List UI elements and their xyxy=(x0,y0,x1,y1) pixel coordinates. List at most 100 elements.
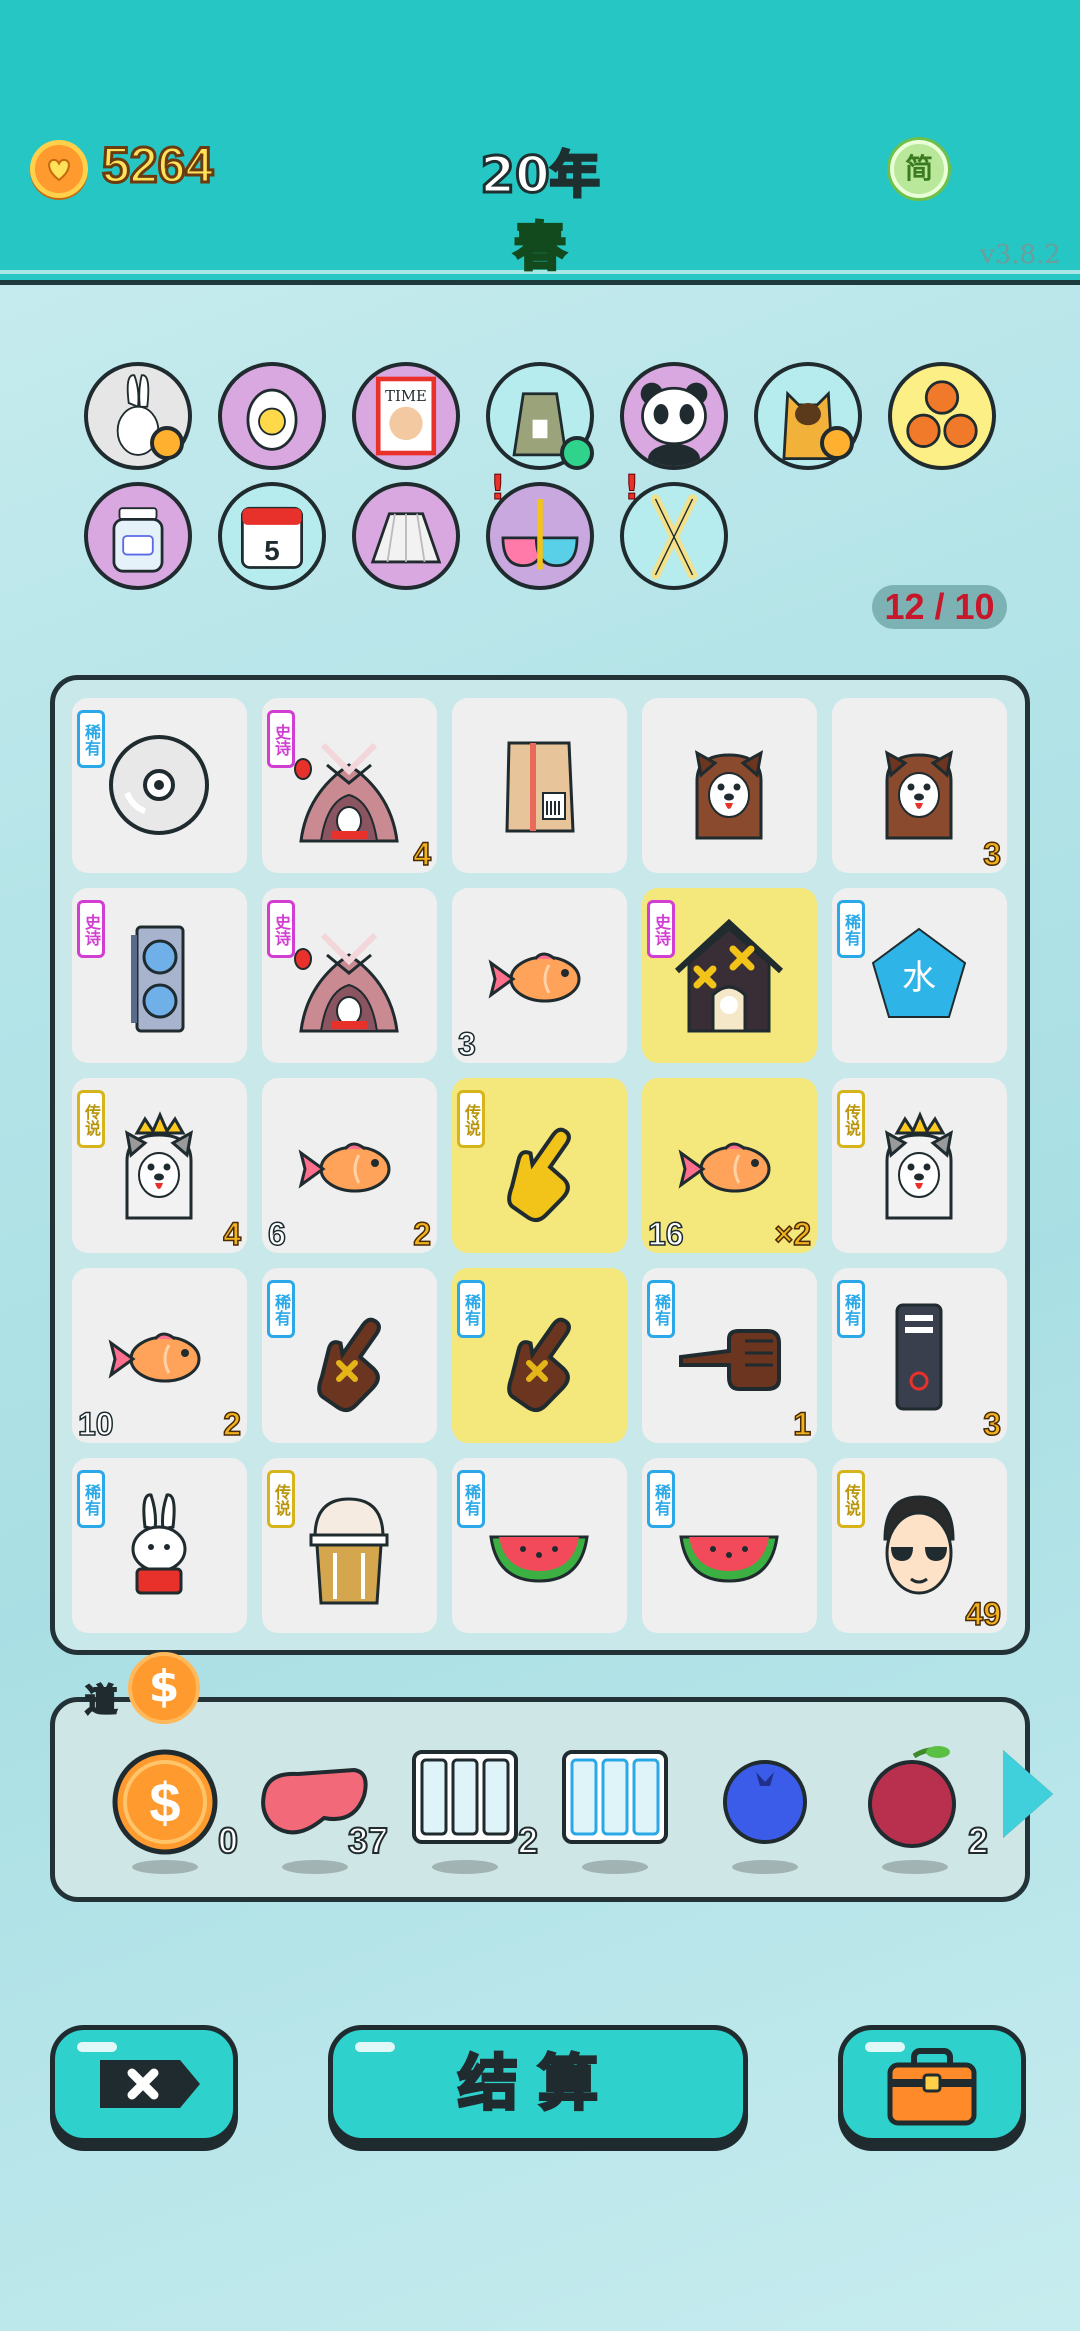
rarity-tag: 史诗 xyxy=(267,900,295,958)
settle-label: 结算 xyxy=(457,2048,618,2121)
coin-item[interactable]: $0 xyxy=(100,1742,239,1874)
board-cell[interactable]: 史诗 xyxy=(72,888,247,1063)
rarity-tag: 稀有 xyxy=(647,1280,675,1338)
watermelon-icon xyxy=(679,1535,779,1583)
lychee-item[interactable]: 2 xyxy=(850,1742,989,1874)
board-cell[interactable] xyxy=(452,698,627,873)
calendar-relic[interactable]: 5 xyxy=(218,482,326,590)
basketballs-icon xyxy=(906,380,978,448)
rare-slots-item[interactable] xyxy=(550,1742,680,1874)
goldfish-icon xyxy=(488,952,581,1003)
panda-icon xyxy=(640,382,708,466)
item-shadow xyxy=(432,1860,498,1874)
brown-pointer-icon xyxy=(507,1317,571,1412)
item-shadow xyxy=(882,1860,948,1874)
board-cell[interactable]: 水稀有 xyxy=(832,888,1007,1063)
board-cell[interactable]: 稀有 xyxy=(72,698,247,873)
brown-pointer-icon xyxy=(317,1317,381,1412)
tray-next-arrow-icon[interactable] xyxy=(1003,1750,1053,1838)
board-cell[interactable]: 稀有 xyxy=(642,1458,817,1633)
alert-icon: ! xyxy=(624,468,641,509)
graphics-card-icon xyxy=(131,925,185,1033)
liver-item[interactable]: 37 xyxy=(250,1742,389,1874)
version-label: v3.8.2 xyxy=(980,240,1061,270)
cell-value-right: 4 xyxy=(412,835,431,873)
svg-text:5: 5 xyxy=(264,535,279,566)
watermelon-icon xyxy=(489,1535,589,1583)
board-cell[interactable]: 传说 49 xyxy=(832,1458,1007,1633)
item-count: 2 xyxy=(967,1819,989,1862)
rarity-tag: 稀有 xyxy=(837,900,865,958)
board-cell[interactable]: 稀有 1 xyxy=(642,1268,817,1443)
cd-disc-icon xyxy=(109,735,209,835)
board-cell[interactable]: 10 2 xyxy=(72,1268,247,1443)
cell-value-right: 3 xyxy=(982,1405,1001,1443)
water-gem-icon: 水 xyxy=(871,927,967,1018)
board-cell[interactable]: 3 xyxy=(452,888,627,1063)
coin-icon: $ xyxy=(112,1749,218,1855)
cell-value-right: 2 xyxy=(222,1405,241,1443)
jar-icon xyxy=(112,507,164,573)
board-cell[interactable]: 史诗 xyxy=(262,888,437,1063)
board-cell[interactable]: 稀有 xyxy=(452,1268,627,1443)
rare-slots-icon xyxy=(562,1750,668,1844)
tray-label: 道 xyxy=(84,1680,118,1720)
blueberry-icon xyxy=(723,1760,807,1844)
board-cell[interactable]: 传说 xyxy=(452,1078,627,1253)
rabbit-tent-icon xyxy=(294,742,399,843)
rarity-tag: 传说 xyxy=(267,1470,295,1528)
board-cell[interactable]: 传说 4 xyxy=(72,1078,247,1253)
cancel-button[interactable] xyxy=(50,2025,238,2143)
board-cell[interactable]: 62 xyxy=(262,1078,437,1253)
board-cell[interactable]: 史诗 xyxy=(642,888,817,1063)
blueberry-item[interactable] xyxy=(700,1742,830,1874)
skirt-icon xyxy=(370,512,442,564)
basketballs-relic[interactable] xyxy=(888,362,996,470)
board-cell[interactable]: 稀有 3 xyxy=(832,1268,1007,1443)
board-cell[interactable]: 传说 xyxy=(262,1458,437,1633)
alert-icon: ! xyxy=(490,468,507,509)
backpack-button[interactable] xyxy=(838,2025,1026,2143)
board-cell[interactable]: 16 ×2 xyxy=(642,1078,817,1253)
board-cell[interactable]: 传说 xyxy=(832,1078,1007,1253)
skirt-relic[interactable] xyxy=(352,482,460,590)
language-toggle-button[interactable]: 简 xyxy=(890,140,948,198)
status-dot-icon xyxy=(560,436,594,470)
board-cell[interactable]: 稀有 xyxy=(452,1458,627,1633)
settle-button[interactable]: 结算 xyxy=(328,2025,748,2143)
panda-relic[interactable] xyxy=(620,362,728,470)
board-cell[interactable]: 稀有 xyxy=(262,1268,437,1443)
empty-slots-item[interactable]: 2 xyxy=(400,1742,539,1874)
rarity-tag: 稀有 xyxy=(647,1470,675,1528)
rarity-tag: 传说 xyxy=(837,1090,865,1148)
cell-value-right: 49 xyxy=(965,1595,1002,1633)
svg-text:$: $ xyxy=(149,1771,180,1834)
egg-relic[interactable] xyxy=(218,362,326,470)
jar-relic[interactable] xyxy=(84,482,192,590)
rarity-tag: 史诗 xyxy=(267,710,295,768)
cell-value-left: 10 xyxy=(77,1405,114,1443)
rarity-tag: 传说 xyxy=(837,1470,865,1528)
board-cell[interactable]: 3 xyxy=(832,698,1007,873)
cell-value-right: 4 xyxy=(222,1215,241,1253)
item-count: 0 xyxy=(217,1819,239,1862)
board-cell[interactable] xyxy=(642,698,817,873)
sunglasses-man-icon xyxy=(883,1495,955,1595)
rarity-tag: 稀有 xyxy=(77,1470,105,1528)
rarity-tag: 传说 xyxy=(457,1090,485,1148)
board-cell[interactable]: 稀有 xyxy=(72,1458,247,1633)
slots-icon xyxy=(412,1750,518,1844)
season-label: 春 xyxy=(512,217,567,280)
heart-coin-icon xyxy=(30,140,88,198)
bubble-tea-icon xyxy=(309,1497,389,1605)
board-cell[interactable]: 史诗 4 xyxy=(262,698,437,873)
item-shadow xyxy=(732,1860,798,1874)
cell-value-right: 2 xyxy=(412,1215,431,1253)
relic-counter: 12 / 10 xyxy=(872,585,1007,629)
pc-tower-icon xyxy=(895,1303,943,1411)
coin-balance: 5264 xyxy=(100,136,214,195)
heart-badge-icon xyxy=(150,426,184,460)
magazine-relic[interactable]: TIME xyxy=(352,362,460,470)
briefcase-icon xyxy=(887,2048,977,2126)
rabbit-tent-icon xyxy=(294,932,399,1033)
